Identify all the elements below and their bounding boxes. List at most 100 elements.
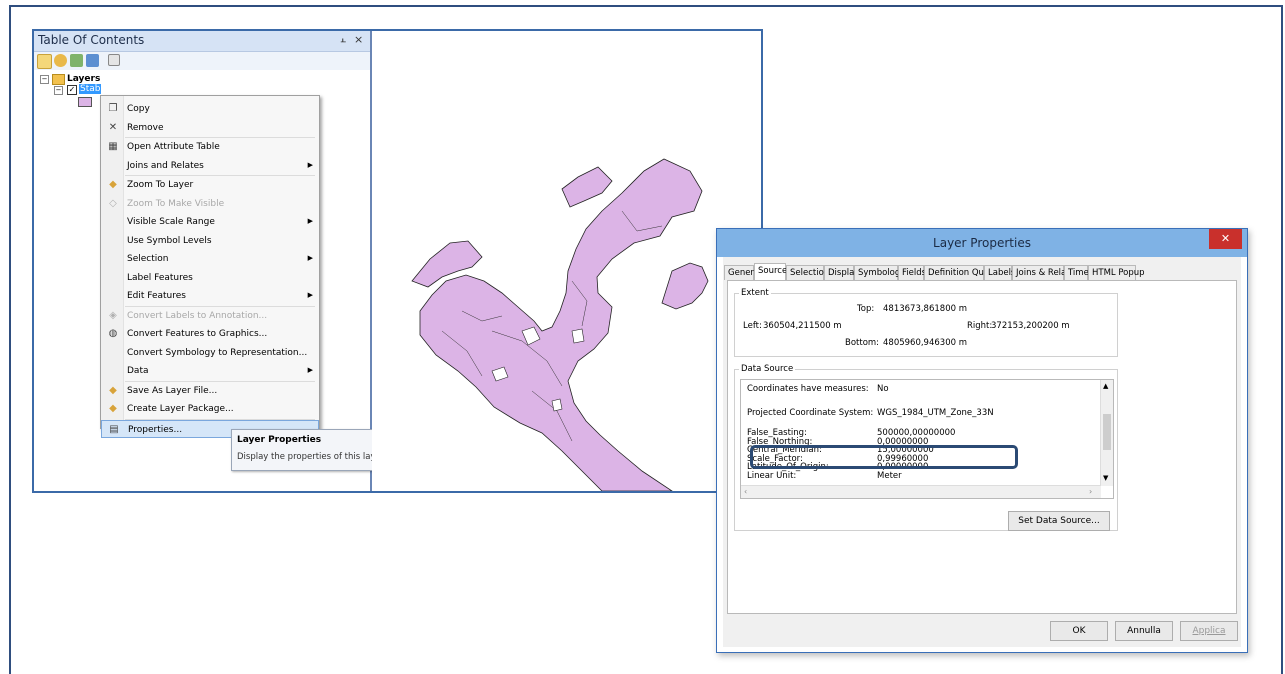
submenu-arrow-icon: ▶ (307, 291, 313, 299)
close-icon[interactable]: × (354, 33, 363, 46)
tooltip-title: Layer Properties (237, 435, 322, 445)
menu-item-label: Open Attribute Table (127, 142, 220, 152)
table-of-contents-panel: Table Of Contents ⫠ × − Layers − ✓ Stab … (34, 31, 401, 491)
menu-item-joins-and-relates[interactable]: Joins and Relates ▶ (101, 157, 319, 175)
map-view[interactable] (372, 31, 761, 491)
menu-item-create-layer-package[interactable]: ◆ Create Layer Package... (101, 400, 319, 418)
extent-right-label: Right: (967, 321, 993, 331)
collapse-layer-icon[interactable]: − (54, 86, 63, 95)
menu-item-label: Remove (127, 122, 164, 133)
submenu-arrow-icon: ▶ (307, 217, 313, 225)
extent-label: Extent (739, 288, 771, 298)
tab-display[interactable]: Display (824, 265, 859, 280)
dialog-titlebar[interactable]: Layer Properties ✕ (717, 229, 1247, 257)
zoom-layer-icon: ◆ (109, 179, 117, 190)
menu-item-convert-symbology-to-representation[interactable]: Convert Symbology to Representation... (101, 344, 319, 362)
tab-html-popup[interactable]: HTML Popup (1088, 265, 1145, 280)
menu-item-convert-features-to-graphics[interactable]: ◍ Convert Features to Graphics... (101, 325, 319, 343)
polygon-east (661, 262, 709, 310)
vertical-scrollbar[interactable]: ▲ ▼ (1100, 380, 1113, 486)
menu-item-open-attribute-table[interactable]: ▦ Open Attribute Table (101, 138, 319, 156)
table-icon: ▦ (108, 141, 118, 152)
tab-symbology[interactable]: Symbology (854, 265, 905, 280)
menu-item-label: Create Layer Package... (127, 404, 234, 414)
submenu-arrow-icon: ▶ (307, 254, 313, 262)
menu-item-label: Copy (127, 104, 150, 114)
tab-general[interactable]: General (724, 265, 762, 280)
list-by-drawing-order-icon[interactable] (37, 54, 52, 69)
menu-item-edit-features[interactable]: Edit Features ▶ (101, 287, 319, 305)
scroll-up-icon[interactable]: ▲ (1103, 382, 1108, 390)
menu-item-label: Zoom To Make Visible (127, 198, 225, 209)
extent-right-value: 372153,200200 m (991, 321, 1070, 331)
convert-features-icon: ◍ (108, 328, 118, 339)
extent-left-label: Left: (743, 321, 762, 331)
data-source-details-list[interactable]: Coordinates have measures: No Projected Co… (740, 379, 1114, 499)
scroll-down-icon[interactable]: ▼ (1103, 474, 1108, 482)
menu-item-label: Visible Scale Range (127, 217, 215, 227)
list-by-source-icon[interactable] (54, 54, 67, 67)
property-key: Linear Unit: (747, 470, 797, 481)
layers-label[interactable]: Layers (67, 74, 100, 84)
menu-item-use-symbol-levels[interactable]: Use Symbol Levels (101, 232, 319, 250)
menu-item-label: Convert Labels to Annotation... (127, 310, 268, 321)
menu-item-zoom-to-make-visible: ◇ Zoom To Make Visible (101, 195, 319, 213)
coordinate-system-highlight (750, 445, 1018, 469)
set-data-source-button[interactable]: Set Data Source... (1008, 511, 1110, 531)
property-key: Coordinates have measures: (747, 384, 869, 394)
extent-left-value: 360504,211500 m (763, 321, 842, 331)
layer-visibility-checkbox[interactable]: ✓ (67, 85, 77, 95)
options-icon[interactable] (108, 54, 120, 66)
menu-item-label: Convert Symbology to Representation... (127, 347, 308, 358)
property-value: WGS_1984_UTM_Zone_33N (877, 408, 994, 418)
submenu-arrow-icon: ▶ (307, 160, 313, 169)
extent-top-value: 4813673,861800 m (883, 304, 967, 314)
data-source-label: Data Source (739, 364, 796, 374)
layer-name[interactable]: Stab (79, 84, 102, 94)
pin-icon[interactable]: ⫠ (340, 34, 346, 45)
menu-item-label: Use Symbol Levels (127, 235, 212, 246)
scroll-right-icon[interactable]: › (1089, 487, 1092, 496)
extent-top-label: Top: (857, 304, 875, 314)
tab-source[interactable]: Source (754, 263, 787, 280)
property-value: No (877, 384, 889, 394)
layer-properties-dialog: Layer Properties ✕ General Source Selectio… (716, 228, 1248, 653)
extent-bottom-label: Bottom: (845, 338, 880, 348)
scroll-left-icon[interactable]: ‹ (744, 487, 747, 496)
menu-item-zoom-to-layer[interactable]: ◆ Zoom To Layer (101, 176, 319, 194)
scroll-thumb[interactable] (1103, 414, 1111, 450)
layers-icon (52, 74, 65, 85)
zoom-visible-icon: ◇ (109, 197, 117, 209)
close-icon[interactable]: ✕ (1209, 229, 1242, 249)
menu-item-label-features[interactable]: Label Features (101, 269, 319, 287)
toc-title: Table Of Contents (38, 33, 145, 47)
tab-labels[interactable]: Labels (984, 265, 1015, 280)
toc-toolbar (34, 52, 370, 70)
properties-icon: ▤ (109, 423, 119, 435)
dialog-title: Layer Properties (933, 236, 1031, 250)
tab-definition-query[interactable]: Definition Query (924, 265, 998, 280)
menu-item-save-as-layer-file[interactable]: ◆ Save As Layer File... (101, 382, 319, 400)
tab-time[interactable]: Time (1064, 265, 1089, 280)
menu-item-copy[interactable]: ❐ Copy (101, 100, 319, 118)
menu-item-visible-scale-range[interactable]: Visible Scale Range ▶ (101, 213, 319, 231)
horizontal-scrollbar[interactable]: ‹ › (741, 485, 1101, 498)
extent-group: Extent Top: 4813673,861800 m Left: 36050… (734, 288, 1118, 357)
menu-item-convert-labels-to-annotation: ◈ Convert Labels to Annotation... (101, 307, 319, 325)
cancel-button[interactable]: Annulla (1115, 621, 1173, 641)
apply-button[interactable]: Applica (1180, 621, 1238, 641)
menu-item-remove[interactable]: ✕ Remove (101, 119, 319, 137)
menu-item-label: Properties... (128, 424, 183, 435)
list-by-selection-icon[interactable] (86, 54, 99, 67)
ok-button[interactable]: OK (1050, 621, 1108, 641)
tab-selection[interactable]: Selection (786, 265, 829, 280)
list-by-visibility-icon[interactable] (70, 54, 83, 67)
collapse-icon[interactable]: − (40, 75, 49, 84)
menu-item-selection[interactable]: Selection ▶ (101, 250, 319, 268)
save-layer-icon: ◆ (109, 384, 117, 396)
tab-joins-relates[interactable]: Joins & Relates (1012, 265, 1079, 280)
toc-titlebar: Table Of Contents ⫠ × (34, 31, 370, 52)
tab-fields[interactable]: Fields (898, 265, 926, 280)
menu-item-data[interactable]: Data ▶ (101, 362, 319, 380)
menu-item-label: Joins and Relates (127, 160, 204, 171)
